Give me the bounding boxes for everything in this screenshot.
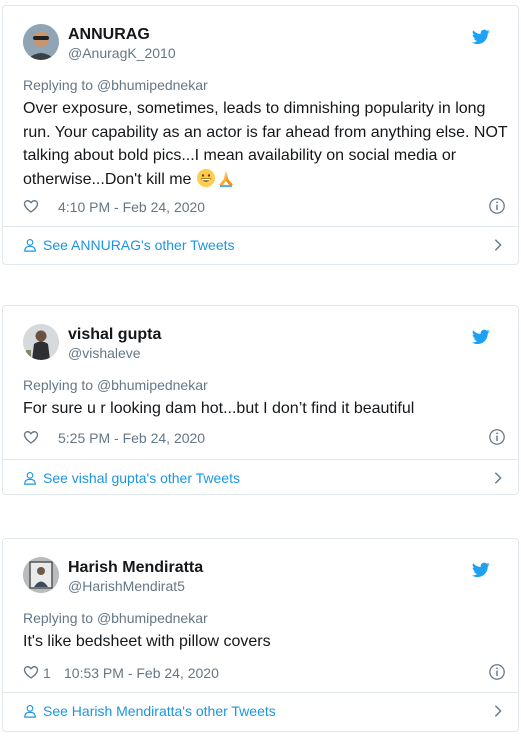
see-other-tweets-label[interactable]: See ANNURAG's other Tweets [43,237,235,253]
divider [3,692,518,693]
info-icon[interactable] [488,663,506,681]
tweet-text: For sure u r looking dam hot...but I don… [23,400,415,417]
user-handle[interactable]: @HarishMendirat5 [68,578,185,594]
tweet-timestamp[interactable]: 4:10 PM - Feb 24, 2020 [58,199,205,215]
see-other-tweets-label[interactable]: See Harish Mendiratta's other Tweets [43,703,276,719]
avatar[interactable] [23,557,59,593]
see-other-tweets-label[interactable]: See vishal gupta's other Tweets [43,470,240,486]
tweet-meta: 5:25 PM - Feb 24, 2020 [23,428,508,448]
tweet-meta: 1 10:53 PM - Feb 24, 2020 [23,663,508,683]
tweet-header: ANNURAG @AnuragK_2010 [23,24,493,64]
avatar[interactable] [23,324,59,360]
twitter-bird-icon[interactable] [472,29,490,45]
chevron-right-icon[interactable] [492,704,504,718]
tweet-text: Over exposure, sometimes, leads to dimni… [23,97,508,195]
info-icon[interactable] [488,197,506,215]
tweet-card: Harish Mendiratta @HarishMendirat5 Reply… [2,538,519,732]
chevron-right-icon[interactable] [492,238,504,252]
user-handle[interactable]: @AnuragK_2010 [68,45,176,61]
reply-to-handle[interactable]: @bhumipednekar [97,77,208,93]
divider [3,226,518,227]
twitter-bird-icon[interactable] [472,562,490,578]
tweet-timestamp[interactable]: 10:53 PM - Feb 24, 2020 [64,665,219,681]
folded-hands-emoji [216,168,236,196]
see-other-tweets-link[interactable]: See ANNURAG's other Tweets [23,235,508,259]
tweet-card: vishal gupta @vishaleve Replying to @bhu… [2,305,519,495]
reply-prefix: Replying to [23,610,97,626]
info-icon[interactable] [488,428,506,446]
reply-prefix: Replying to [23,377,97,393]
reply-prefix: Replying to [23,77,97,93]
tweet-header: vishal gupta @vishaleve [23,324,493,364]
display-name[interactable]: ANNURAG [68,26,150,44]
see-other-tweets-link[interactable]: See vishal gupta's other Tweets [23,468,508,492]
person-icon [24,705,36,718]
reply-to-handle[interactable]: @bhumipednekar [97,377,208,393]
chevron-right-icon[interactable] [492,471,504,485]
reply-context: Replying to @bhumipednekar [23,77,208,93]
tweet-header: Harish Mendiratta @HarishMendirat5 [23,557,493,597]
reply-context: Replying to @bhumipednekar [23,377,208,393]
tweet-card: ANNURAG @AnuragK_2010 Replying to @bhumi… [2,5,519,265]
heart-icon[interactable] [23,429,39,445]
divider [3,459,518,460]
reply-to-handle[interactable]: @bhumipednekar [97,610,208,626]
see-other-tweets-link[interactable]: See Harish Mendiratta's other Tweets [23,701,508,725]
display-name[interactable]: Harish Mendiratta [68,559,203,577]
like-count: 1 [43,665,51,681]
person-icon [24,239,36,252]
tweet-timestamp[interactable]: 5:25 PM - Feb 24, 2020 [58,430,205,446]
person-icon [24,472,36,485]
twitter-bird-icon[interactable] [472,329,490,345]
tweet-text-body: Over exposure, sometimes, leads to dimni… [23,100,508,188]
tweet-text: It's like bedsheet with pillow covers [23,633,271,650]
reply-context: Replying to @bhumipednekar [23,610,208,626]
display-name[interactable]: vishal gupta [68,326,161,344]
heart-icon[interactable] [23,198,39,214]
user-handle[interactable]: @vishaleve [68,345,141,361]
avatar[interactable] [23,24,59,60]
tweet-meta: 4:10 PM - Feb 24, 2020 [23,197,508,217]
heart-icon[interactable] [23,664,39,680]
grinning-face-emoji [196,168,216,196]
